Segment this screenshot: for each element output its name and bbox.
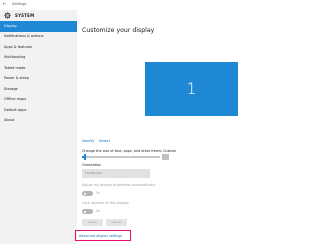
sidebar-item-about[interactable]: About (0, 116, 77, 127)
sidebar-item-apps[interactable]: Apps & features (0, 42, 77, 53)
sidebar-title: SYSTEM (15, 13, 35, 18)
sidebar-item-label: Tablet mode (4, 65, 26, 70)
sidebar-item-label: Apps & features (4, 44, 33, 49)
lock-rotation-toggle[interactable] (82, 209, 93, 214)
orientation-value: Landscape (85, 171, 102, 175)
sidebar-item-tablet-mode[interactable]: Tablet mode (0, 63, 77, 74)
settings-window: ← Settings SYSTEM Display Notifications … (0, 0, 300, 244)
identify-link[interactable]: Identify (82, 139, 94, 144)
sidebar-item-label: Notifications & actions (4, 34, 44, 39)
orientation-label: Orientation (82, 163, 102, 167)
sidebar-item-notifications[interactable]: Notifications & actions (0, 32, 77, 43)
brightness-label: Adjust my display brightness automatical… (82, 183, 156, 187)
scale-slider-thumb[interactable] (84, 154, 86, 160)
sidebar-header: SYSTEM (0, 10, 77, 21)
sidebar-item-label: Offline maps (4, 97, 27, 102)
sidebar-item-default-apps[interactable]: Default apps (0, 105, 77, 116)
sidebar-item-power[interactable]: Power & sleep (0, 74, 77, 85)
advanced-display-settings-link[interactable]: Advanced display settings (79, 234, 122, 239)
sidebar: SYSTEM Display Notifications & actions A… (0, 10, 77, 244)
window-title: Settings (12, 2, 27, 6)
detect-link[interactable]: Detect (99, 139, 110, 144)
sidebar-item-multitasking[interactable]: Multitasking (0, 53, 77, 64)
sidebar-item-display[interactable]: Display (0, 21, 77, 32)
brightness-toggle[interactable] (82, 191, 93, 196)
apply-button[interactable]: Apply (82, 219, 103, 226)
cancel-button-label: Cancel (111, 220, 122, 224)
sidebar-item-storage[interactable]: Storage (0, 84, 77, 95)
monitor-preview[interactable]: 1 (145, 62, 238, 116)
monitor-number: 1 (186, 79, 197, 98)
brightness-toggle-state: On (96, 191, 101, 195)
sidebar-nav: Display Notifications & actions Apps & f… (0, 21, 77, 126)
display-settings-panel: Customize your display 1 Identify Detect… (77, 10, 300, 244)
apply-button-label: Apply (88, 220, 97, 224)
scale-slider-end (162, 154, 169, 160)
sidebar-item-label: About (4, 118, 15, 123)
sidebar-item-label: Storage (4, 86, 18, 91)
page-title: Customize your display (82, 27, 155, 34)
sidebar-item-offline-maps[interactable]: Offline maps (0, 95, 77, 106)
sidebar-item-label: Power & sleep (4, 76, 29, 81)
scale-slider[interactable] (82, 154, 160, 160)
lock-rotation-label: Lock rotation of this display (82, 201, 129, 205)
back-arrow-icon[interactable]: ← (3, 1, 6, 7)
lock-rotation-toggle-state: On (96, 209, 101, 213)
gear-icon (4, 12, 11, 19)
sidebar-item-label: Multitasking (4, 55, 26, 60)
orientation-dropdown[interactable]: Landscape (82, 169, 150, 178)
sidebar-item-label: Display (4, 23, 17, 28)
sidebar-item-label: Default apps (4, 107, 27, 112)
cancel-button[interactable]: Cancel (106, 219, 127, 226)
title-bar: ← Settings (0, 0, 300, 10)
advanced-display-settings-highlight[interactable]: Advanced display settings (75, 230, 131, 241)
